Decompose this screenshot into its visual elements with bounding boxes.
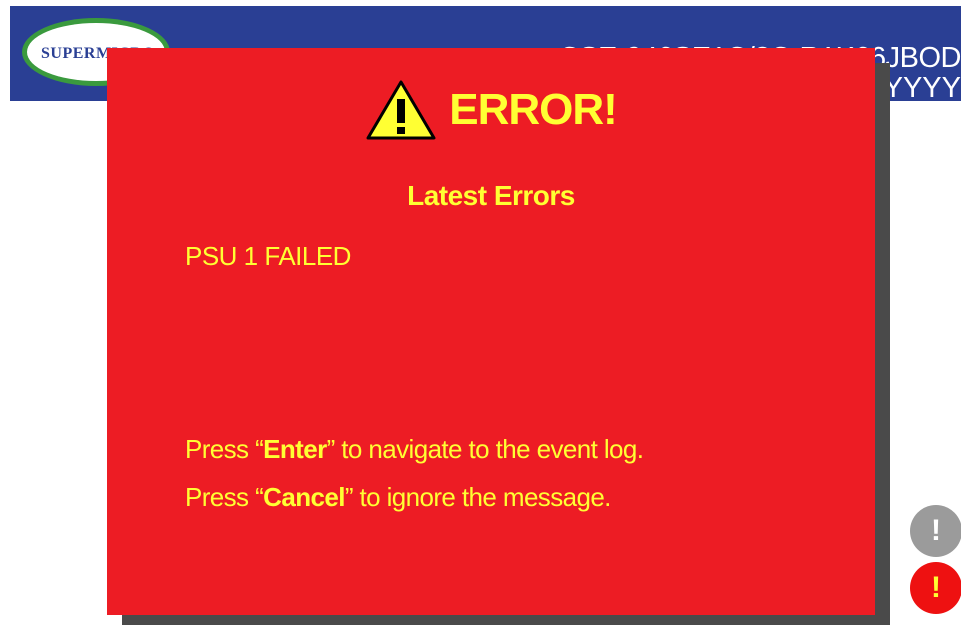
lcd-screen: SUPERMICRO CSE-946SE1C/2C-R1K66JBOD YYYY… bbox=[0, 0, 961, 625]
enter-instruction-suffix: ” to navigate to the event log. bbox=[326, 434, 644, 464]
enter-key-label[interactable]: Enter bbox=[263, 434, 327, 464]
cancel-key-label[interactable]: Cancel bbox=[263, 482, 345, 512]
warning-triangle-icon bbox=[366, 80, 436, 140]
cancel-instruction-prefix: Press “ bbox=[185, 482, 264, 512]
error-list-item: PSU 1 FAILED bbox=[185, 241, 351, 271]
error-dialog: ERROR! Latest Errors PSU 1 FAILED Press … bbox=[107, 48, 875, 615]
model-suffix: YYYY bbox=[883, 72, 961, 101]
enter-instruction-prefix: Press “ bbox=[185, 434, 264, 464]
cancel-instruction: Press “Cancel” to ignore the message. bbox=[185, 482, 611, 513]
latest-errors-heading: Latest Errors bbox=[407, 180, 575, 211]
error-title-row: ERROR! bbox=[107, 76, 875, 144]
enter-instruction: Press “Enter” to navigate to the event l… bbox=[185, 434, 644, 465]
warning-indicator-icon[interactable]: ! bbox=[910, 505, 961, 557]
error-indicator-icon[interactable]: ! bbox=[910, 562, 961, 614]
cancel-instruction-suffix: ” to ignore the message. bbox=[344, 482, 612, 512]
error-title: ERROR! bbox=[449, 85, 618, 134]
